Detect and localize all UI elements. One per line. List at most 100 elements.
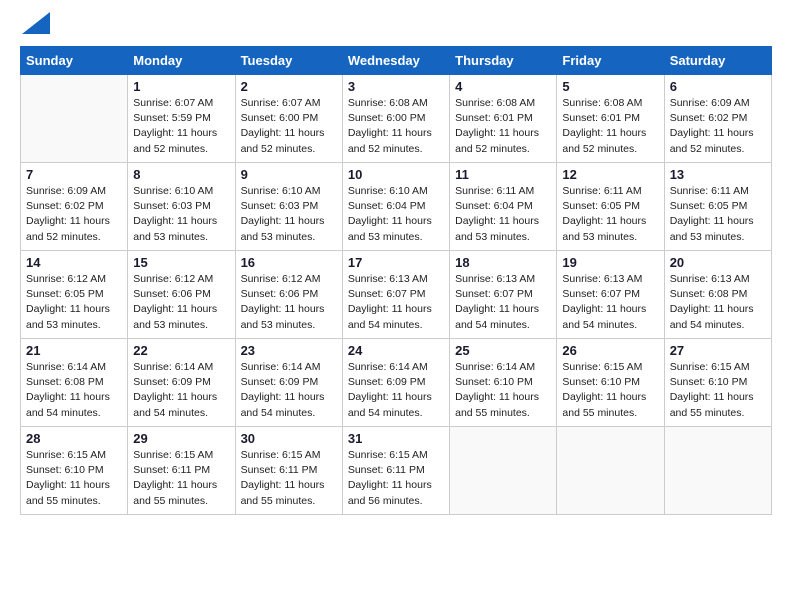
calendar-cell: 17Sunrise: 6:13 AM Sunset: 6:07 PM Dayli… bbox=[342, 251, 449, 339]
day-info: Sunrise: 6:12 AM Sunset: 6:05 PM Dayligh… bbox=[26, 272, 122, 333]
calendar-cell: 20 Sunrise: 6:13 AM Sunset: 6:08 PM Dayli… bbox=[664, 251, 771, 339]
day-info: Sunrise: 6:07 AM Sunset: 5:59 PM Dayligh… bbox=[133, 96, 229, 157]
day-info: Sunrise: 6:14 AM Sunset: 6:10 PM Dayligh… bbox=[455, 360, 551, 421]
calendar-cell bbox=[450, 427, 557, 515]
calendar-cell: 18 Sunrise: 6:13 AM Sunset: 6:07 PM Dayli… bbox=[450, 251, 557, 339]
day-info: Sunrise: 6:08 AM Sunset: 6:00 PM Dayligh… bbox=[348, 96, 444, 157]
page: SundayMondayTuesdayWednesdayThursdayFrid… bbox=[0, 0, 792, 525]
calendar-cell: 21 Sunrise: 6:14 AM Sunset: 6:08 PM Dayli… bbox=[21, 339, 128, 427]
day-info: Sunrise: 6:08 AM Sunset: 6:01 PM Dayligh… bbox=[455, 96, 551, 157]
calendar-cell bbox=[21, 75, 128, 163]
weekday-header: Thursday bbox=[450, 47, 557, 75]
day-number: 11 bbox=[455, 167, 551, 182]
weekday-header: Wednesday bbox=[342, 47, 449, 75]
calendar-cell: 8Sunrise: 6:10 AM Sunset: 6:03 PM Daylig… bbox=[128, 163, 235, 251]
day-number: 30 bbox=[241, 431, 337, 446]
calendar-cell: 14 Sunrise: 6:12 AM Sunset: 6:05 PM Dayli… bbox=[21, 251, 128, 339]
day-number: 26 bbox=[562, 343, 658, 358]
calendar-cell: 12 Sunrise: 6:11 AM Sunset: 6:05 PM Dayli… bbox=[557, 163, 664, 251]
day-info: Sunrise: 6:11 AM Sunset: 6:05 PM Dayligh… bbox=[670, 184, 766, 245]
day-info: Sunrise: 6:14 AM Sunset: 6:09 PM Dayligh… bbox=[348, 360, 444, 421]
day-info: Sunrise: 6:10 AM Sunset: 6:03 PM Dayligh… bbox=[133, 184, 229, 245]
day-number: 14 bbox=[26, 255, 122, 270]
day-number: 5 bbox=[562, 79, 658, 94]
day-info: Sunrise: 6:15 AM Sunset: 6:11 PM Dayligh… bbox=[348, 448, 444, 509]
day-number: 29 bbox=[133, 431, 229, 446]
day-info: Sunrise: 6:15 AM Sunset: 6:10 PM Dayligh… bbox=[670, 360, 766, 421]
day-info: Sunrise: 6:15 AM Sunset: 6:10 PM Dayligh… bbox=[562, 360, 658, 421]
day-number: 24 bbox=[348, 343, 444, 358]
day-number: 1 bbox=[133, 79, 229, 94]
day-number: 16 bbox=[241, 255, 337, 270]
day-info: Sunrise: 6:15 AM Sunset: 6:10 PM Dayligh… bbox=[26, 448, 122, 509]
calendar-cell: 26 Sunrise: 6:15 AM Sunset: 6:10 PM Dayli… bbox=[557, 339, 664, 427]
day-number: 10 bbox=[348, 167, 444, 182]
day-info: Sunrise: 6:08 AM Sunset: 6:01 PM Dayligh… bbox=[562, 96, 658, 157]
calendar-cell: 4 Sunrise: 6:08 AM Sunset: 6:01 PM Daylig… bbox=[450, 75, 557, 163]
calendar-cell: 1 Sunrise: 6:07 AM Sunset: 5:59 PM Daylig… bbox=[128, 75, 235, 163]
day-info: Sunrise: 6:15 AM Sunset: 6:11 PM Dayligh… bbox=[241, 448, 337, 509]
weekday-header: Monday bbox=[128, 47, 235, 75]
calendar-cell: 16 Sunrise: 6:12 AM Sunset: 6:06 PM Dayli… bbox=[235, 251, 342, 339]
day-info: Sunrise: 6:15 AM Sunset: 6:11 PM Dayligh… bbox=[133, 448, 229, 509]
day-number: 20 bbox=[670, 255, 766, 270]
day-info: Sunrise: 6:11 AM Sunset: 6:04 PM Dayligh… bbox=[455, 184, 551, 245]
day-info: Sunrise: 6:13 AM Sunset: 6:07 PM Dayligh… bbox=[348, 272, 444, 333]
day-info: Sunrise: 6:14 AM Sunset: 6:08 PM Dayligh… bbox=[26, 360, 122, 421]
day-number: 21 bbox=[26, 343, 122, 358]
calendar-week-row: 28 Sunrise: 6:15 AM Sunset: 6:10 PM Dayli… bbox=[21, 427, 772, 515]
calendar-cell: 5 Sunrise: 6:08 AM Sunset: 6:01 PM Daylig… bbox=[557, 75, 664, 163]
calendar-cell: 10 Sunrise: 6:10 AM Sunset: 6:04 PM Dayli… bbox=[342, 163, 449, 251]
calendar-cell: 24 Sunrise: 6:14 AM Sunset: 6:09 PM Dayli… bbox=[342, 339, 449, 427]
calendar-cell: 6Sunrise: 6:09 AM Sunset: 6:02 PM Daylig… bbox=[664, 75, 771, 163]
header bbox=[20, 20, 772, 34]
calendar-cell: 29 Sunrise: 6:15 AM Sunset: 6:11 PM Dayli… bbox=[128, 427, 235, 515]
day-number: 23 bbox=[241, 343, 337, 358]
calendar-cell: 19 Sunrise: 6:13 AM Sunset: 6:07 PM Dayli… bbox=[557, 251, 664, 339]
day-number: 9 bbox=[241, 167, 337, 182]
day-info: Sunrise: 6:11 AM Sunset: 6:05 PM Dayligh… bbox=[562, 184, 658, 245]
calendar-cell: 30 Sunrise: 6:15 AM Sunset: 6:11 PM Dayli… bbox=[235, 427, 342, 515]
day-info: Sunrise: 6:12 AM Sunset: 6:06 PM Dayligh… bbox=[241, 272, 337, 333]
day-number: 12 bbox=[562, 167, 658, 182]
calendar-table: SundayMondayTuesdayWednesdayThursdayFrid… bbox=[20, 46, 772, 515]
day-number: 28 bbox=[26, 431, 122, 446]
weekday-header: Saturday bbox=[664, 47, 771, 75]
calendar-cell: 3 Sunrise: 6:08 AM Sunset: 6:00 PM Daylig… bbox=[342, 75, 449, 163]
day-number: 7 bbox=[26, 167, 122, 182]
day-info: Sunrise: 6:07 AM Sunset: 6:00 PM Dayligh… bbox=[241, 96, 337, 157]
header-row: SundayMondayTuesdayWednesdayThursdayFrid… bbox=[21, 47, 772, 75]
day-info: Sunrise: 6:13 AM Sunset: 6:07 PM Dayligh… bbox=[455, 272, 551, 333]
calendar-week-row: 1 Sunrise: 6:07 AM Sunset: 5:59 PM Daylig… bbox=[21, 75, 772, 163]
day-number: 18 bbox=[455, 255, 551, 270]
weekday-header: Sunday bbox=[21, 47, 128, 75]
day-info: Sunrise: 6:13 AM Sunset: 6:07 PM Dayligh… bbox=[562, 272, 658, 333]
calendar-cell: 25Sunrise: 6:14 AM Sunset: 6:10 PM Dayli… bbox=[450, 339, 557, 427]
day-number: 27 bbox=[670, 343, 766, 358]
day-info: Sunrise: 6:10 AM Sunset: 6:04 PM Dayligh… bbox=[348, 184, 444, 245]
logo-arrow-icon bbox=[22, 12, 50, 34]
day-number: 19 bbox=[562, 255, 658, 270]
calendar-cell: 23 Sunrise: 6:14 AM Sunset: 6:09 PM Dayli… bbox=[235, 339, 342, 427]
day-info: Sunrise: 6:13 AM Sunset: 6:08 PM Dayligh… bbox=[670, 272, 766, 333]
calendar-cell: 15Sunrise: 6:12 AM Sunset: 6:06 PM Dayli… bbox=[128, 251, 235, 339]
day-info: Sunrise: 6:09 AM Sunset: 6:02 PM Dayligh… bbox=[26, 184, 122, 245]
day-info: Sunrise: 6:10 AM Sunset: 6:03 PM Dayligh… bbox=[241, 184, 337, 245]
calendar-cell: 13Sunrise: 6:11 AM Sunset: 6:05 PM Dayli… bbox=[664, 163, 771, 251]
day-number: 6 bbox=[670, 79, 766, 94]
logo bbox=[20, 20, 50, 34]
day-info: Sunrise: 6:14 AM Sunset: 6:09 PM Dayligh… bbox=[241, 360, 337, 421]
calendar-cell: 31 Sunrise: 6:15 AM Sunset: 6:11 PM Dayli… bbox=[342, 427, 449, 515]
day-info: Sunrise: 6:12 AM Sunset: 6:06 PM Dayligh… bbox=[133, 272, 229, 333]
calendar-cell: 11 Sunrise: 6:11 AM Sunset: 6:04 PM Dayli… bbox=[450, 163, 557, 251]
calendar-week-row: 21 Sunrise: 6:14 AM Sunset: 6:08 PM Dayli… bbox=[21, 339, 772, 427]
day-number: 4 bbox=[455, 79, 551, 94]
calendar-week-row: 14 Sunrise: 6:12 AM Sunset: 6:05 PM Dayli… bbox=[21, 251, 772, 339]
day-number: 31 bbox=[348, 431, 444, 446]
calendar-cell bbox=[557, 427, 664, 515]
calendar-cell: 27 Sunrise: 6:15 AM Sunset: 6:10 PM Dayli… bbox=[664, 339, 771, 427]
day-number: 3 bbox=[348, 79, 444, 94]
calendar-cell: 9 Sunrise: 6:10 AM Sunset: 6:03 PM Daylig… bbox=[235, 163, 342, 251]
calendar-cell: 7 Sunrise: 6:09 AM Sunset: 6:02 PM Daylig… bbox=[21, 163, 128, 251]
calendar-cell: 2Sunrise: 6:07 AM Sunset: 6:00 PM Daylig… bbox=[235, 75, 342, 163]
